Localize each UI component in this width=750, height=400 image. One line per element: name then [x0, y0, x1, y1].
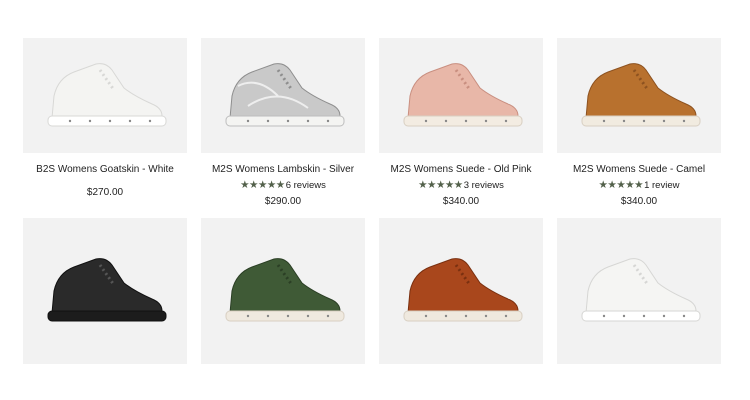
product-card[interactable]: M2S Womens Suede - Old Pink ★★★★★3 revie… [379, 38, 543, 208]
product-price: $340.00 [620, 196, 658, 207]
product-title[interactable]: M2S Womens Lambskin - Silver [201, 163, 365, 176]
star-rating-icon: ★★★★★ [240, 179, 285, 191]
product-image[interactable] [379, 38, 543, 153]
product-image[interactable] [201, 218, 365, 364]
product-rating[interactable]: ★★★★★3 reviews [379, 179, 543, 192]
product-card[interactable] [23, 218, 187, 364]
sneaker-image [225, 62, 345, 126]
product-image[interactable] [557, 218, 721, 364]
product-price: $270.00 [86, 187, 124, 198]
product-grid: B2S Womens Goatskin - White $270.00 M2S … [0, 0, 750, 400]
product-image[interactable] [201, 38, 365, 153]
sneaker-image [403, 62, 523, 126]
product-card[interactable]: M2S Womens Suede - Camel ★★★★★1 review $… [557, 38, 721, 208]
product-price: $340.00 [442, 196, 480, 207]
sneaker-image [581, 258, 701, 322]
sneaker-image [225, 258, 345, 322]
review-count[interactable]: 1 review [644, 180, 679, 191]
review-count[interactable]: 3 reviews [464, 180, 504, 191]
product-image[interactable] [379, 218, 543, 364]
star-rating-icon: ★★★★★ [598, 179, 644, 191]
product-price: $290.00 [264, 196, 302, 207]
product-card[interactable]: M2S Womens Lambskin - Silver ★★★★★6 revi… [201, 38, 365, 208]
product-card[interactable] [201, 218, 365, 364]
product-title[interactable]: M2S Womens Suede - Old Pink [379, 163, 543, 176]
sneaker-image [47, 62, 167, 126]
review-count[interactable]: 6 reviews [286, 180, 326, 191]
product-rating[interactable]: ★★★★★1 review [557, 179, 721, 192]
product-card[interactable]: B2S Womens Goatskin - White $270.00 [23, 38, 187, 199]
product-title[interactable]: M2S Womens Suede - Camel [557, 163, 721, 176]
product-image[interactable] [23, 38, 187, 153]
sneaker-image [47, 258, 167, 322]
product-image[interactable] [23, 218, 187, 364]
star-rating-icon: ★★★★★ [418, 179, 463, 191]
product-card[interactable] [379, 218, 543, 364]
product-title[interactable]: B2S Womens Goatskin - White [23, 163, 187, 176]
product-image[interactable] [557, 38, 721, 153]
product-card[interactable] [557, 218, 721, 364]
product-rating[interactable]: ★★★★★6 reviews [201, 179, 365, 192]
sneaker-image [403, 258, 523, 322]
sneaker-image [581, 62, 701, 126]
